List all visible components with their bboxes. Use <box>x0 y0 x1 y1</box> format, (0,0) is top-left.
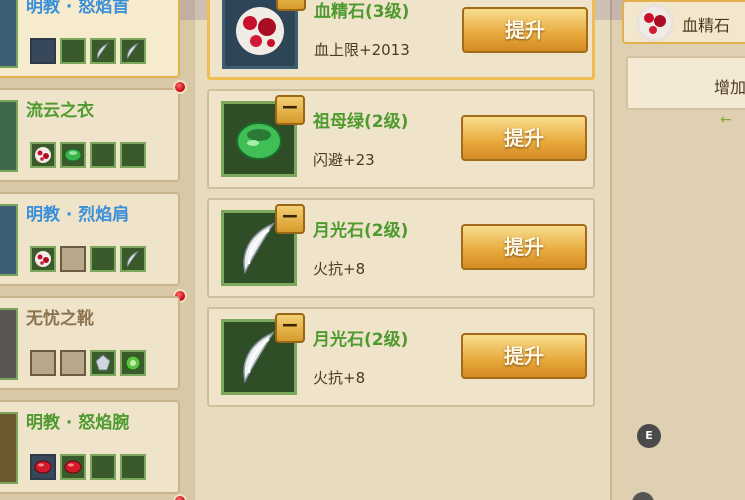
gem-stat: 血上限+2013 <box>314 41 410 59</box>
gem-row[interactable]: − 月光石(2级) 火抗+8 提升 <box>207 307 595 407</box>
equipment-thumb <box>0 204 18 276</box>
add-button[interactable]: 增加 <box>626 56 745 110</box>
gem-slots <box>30 454 146 480</box>
gem-row[interactable]: − 祖母绿(2级) 闪避+23 提升 <box>207 89 595 189</box>
gem-stat: 闪避+23 <box>313 151 375 169</box>
remove-gem-button[interactable]: − <box>275 204 305 234</box>
empty-slot-icon[interactable] <box>120 142 146 168</box>
equipment-thumb <box>0 0 18 68</box>
bloodstone-icon[interactable] <box>30 142 56 168</box>
upgrade-button[interactable]: 提升 <box>462 7 588 53</box>
equipment-name: 流云之衣 <box>26 101 94 121</box>
green-gem-icon[interactable] <box>120 350 146 376</box>
ruby-icon[interactable] <box>30 454 56 480</box>
empty-slot-icon[interactable] <box>30 38 56 64</box>
badge-icon[interactable]: E <box>637 424 661 448</box>
gem-row[interactable]: − 血精石(3级) 血上限+2013 提升 <box>207 0 595 80</box>
bloodstone-icon <box>636 4 674 42</box>
gem-slots <box>30 246 146 272</box>
upgrade-button[interactable]: 提升 <box>461 333 587 379</box>
equipment-item-head[interactable]: 明教 · 怒焰首 <box>0 0 180 78</box>
upgrade-button[interactable]: 提升 <box>461 224 587 270</box>
gem-slots <box>30 38 146 64</box>
bloodstone-icon[interactable] <box>30 246 56 272</box>
equipment-item-wrist[interactable]: 明教 · 怒焰腕 <box>0 400 180 494</box>
equipment-name: 无忧之靴 <box>26 309 94 329</box>
equipment-name: 明教 · 烈焰肩 <box>26 205 130 225</box>
moonstone-icon[interactable] <box>90 38 116 64</box>
ruby-icon[interactable] <box>60 454 86 480</box>
gem-slots <box>30 350 146 376</box>
moonstone-icon[interactable] <box>120 246 146 272</box>
emerald-icon[interactable] <box>60 142 86 168</box>
empty-slot-icon[interactable] <box>120 454 146 480</box>
gem-row[interactable]: − 月光石(2级) 火抗+8 提升 <box>207 198 595 298</box>
empty-slot-icon[interactable] <box>60 246 86 272</box>
gem-name: 月光石(2级) <box>313 330 409 350</box>
moonstone-icon[interactable] <box>120 38 146 64</box>
equipment-thumb <box>0 412 18 484</box>
equipment-name: 明教 · 怒焰腕 <box>26 413 130 433</box>
empty-slot-icon[interactable] <box>90 246 116 272</box>
gem-stat: 火抗+8 <box>313 369 366 387</box>
gem-stat: 火抗+8 <box>313 260 366 278</box>
equipment-thumb <box>0 100 18 172</box>
selected-gem-header: 血精石 <box>622 0 745 44</box>
empty-slot-icon[interactable] <box>90 454 116 480</box>
equipment-thumb <box>0 308 18 380</box>
equipment-item-boots[interactable]: 无忧之靴 <box>0 296 180 390</box>
empty-slot-icon[interactable] <box>30 350 56 376</box>
empty-slot-icon[interactable] <box>60 350 86 376</box>
empty-slot-icon[interactable] <box>90 142 116 168</box>
notification-dot <box>173 80 187 94</box>
gem-name: 血精石(3级) <box>314 2 410 22</box>
equipment-item-body[interactable]: 流云之衣 <box>0 88 180 182</box>
arrow-left-icon: ← <box>720 112 732 128</box>
empty-slot-icon[interactable] <box>60 38 86 64</box>
remove-gem-button[interactable]: − <box>276 0 306 11</box>
gem-name: 月光石(2级) <box>313 221 409 241</box>
gem-name: 祖母绿(2级) <box>313 112 409 132</box>
upgrade-button[interactable]: 提升 <box>461 115 587 161</box>
selected-gem-label: 血精石 <box>682 16 731 35</box>
remove-gem-button[interactable]: − <box>275 95 305 125</box>
silver-gem-icon[interactable] <box>90 350 116 376</box>
remove-gem-button[interactable]: − <box>275 313 305 343</box>
equipment-item-shoulder[interactable]: 明教 · 烈焰肩 <box>0 192 180 286</box>
gem-slots <box>30 142 146 168</box>
equipment-name: 明教 · 怒焰首 <box>26 0 130 17</box>
